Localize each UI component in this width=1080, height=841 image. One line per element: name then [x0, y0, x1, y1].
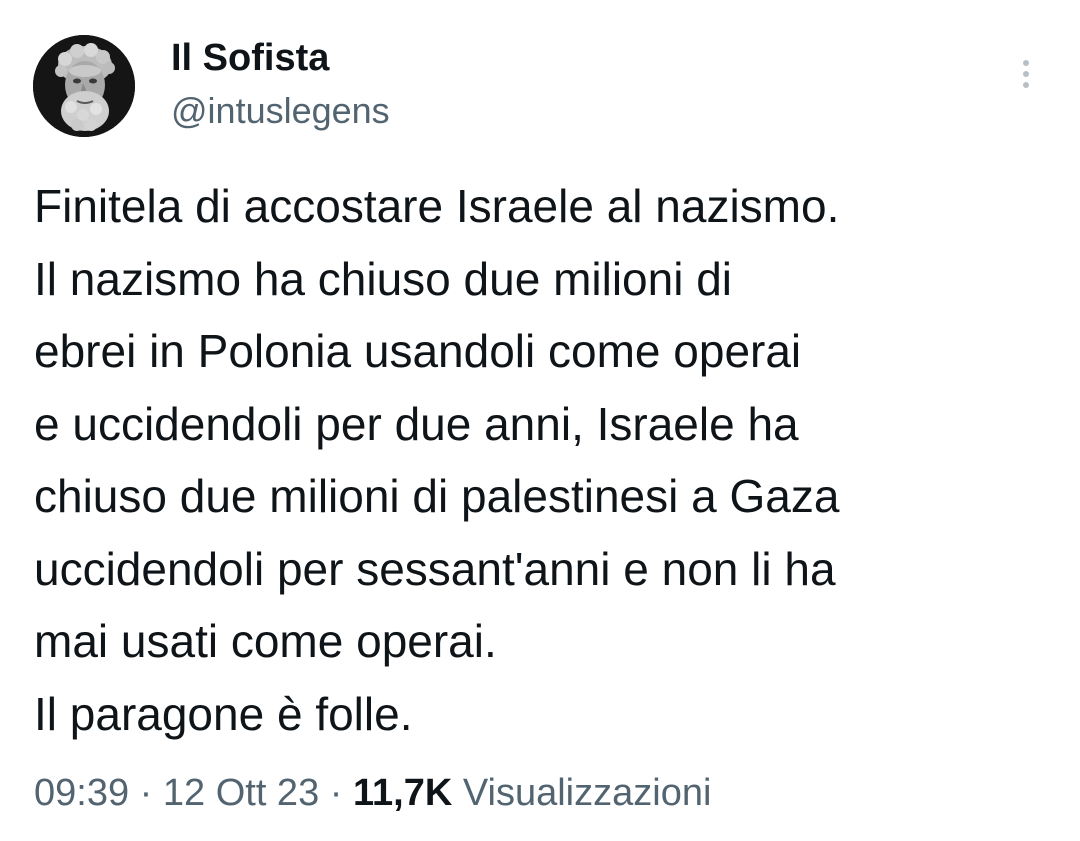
meta-separator: · [139, 772, 153, 814]
tweet-text-line: e uccidendoli per due anni, Israele ha [34, 397, 799, 450]
views-label: Visualizzazioni [462, 772, 712, 814]
meta-separator: · [329, 772, 343, 814]
author-handle[interactable]: @intuslegens [171, 90, 390, 132]
tweet-text-line: Il paragone è folle. [34, 687, 413, 740]
author-display-name[interactable]: Il Sofista [171, 36, 329, 80]
tweet-text-line: uccidendoli per sessant'anni e non li ha [34, 542, 836, 595]
tweet-metadata: 09:39 · 12 Ott 23 · 11,7K Visualizzazion… [34, 766, 711, 820]
tweet-text-line: ebrei in Polonia usandoli come operai [34, 325, 802, 377]
philosopher-bust-icon [33, 35, 135, 137]
tweet-text: Finitela di accostare Israele al nazismo… [34, 170, 1054, 750]
more-vertical-icon [1023, 60, 1029, 66]
more-vertical-icon [1023, 82, 1029, 88]
tweet-card: Il Sofista @intuslegens Finitela di acco… [0, 0, 1080, 841]
tweet-text-line: Finitela di accostare Israele al nazismo… [34, 180, 840, 232]
tweet-text-line: mai usati come operai. [34, 615, 497, 667]
more-options-button[interactable] [1012, 52, 1040, 96]
tweet-text-line: chiuso due milioni di palestinesi a Gaza [34, 470, 840, 522]
avatar[interactable] [33, 35, 135, 137]
more-vertical-icon [1023, 71, 1029, 77]
views-count: 11,7K [352, 772, 453, 814]
tweet-time[interactable]: 09:39 [34, 772, 129, 814]
tweet-date[interactable]: 12 Ott 23 [163, 772, 319, 814]
tweet-text-line: Il nazismo ha chiuso due milioni di [34, 252, 733, 305]
